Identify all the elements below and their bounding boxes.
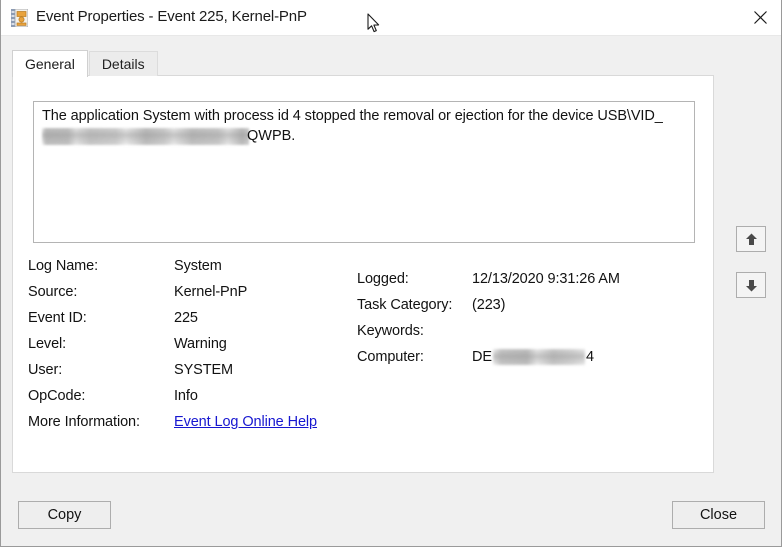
field-event-id-label: Event ID:: [28, 310, 87, 326]
close-window-button[interactable]: [737, 0, 781, 34]
field-computer-label: Computer:: [357, 349, 424, 365]
field-task-category-value: (223): [472, 297, 506, 313]
field-computer-prefix: DE: [472, 349, 492, 365]
event-log-online-help-link[interactable]: Event Log Online Help: [174, 414, 317, 430]
field-computer-value: DE 4: [472, 349, 594, 366]
field-level-label: Level:: [28, 336, 67, 352]
event-properties-dialog: Event Properties - Event 225, Kernel-PnP…: [0, 0, 782, 547]
previous-event-button[interactable]: [736, 226, 766, 252]
field-user-value: SYSTEM: [174, 362, 234, 378]
copy-button[interactable]: Copy: [18, 501, 111, 529]
field-opcode-label: OpCode:: [28, 388, 86, 404]
event-message-line-2-tail: QWPB.: [247, 128, 296, 144]
title-bar: Event Properties - Event 225, Kernel-PnP: [1, 0, 781, 36]
down-arrow-icon: [744, 278, 759, 293]
field-logged-value: 12/13/2020 9:31:26 AM: [472, 271, 620, 287]
tab-details-label: Details: [101, 56, 145, 72]
event-message-box[interactable]: The application System with process id 4…: [33, 101, 695, 243]
field-log-name-label: Log Name:: [28, 258, 99, 274]
redacted-device-id: [42, 128, 249, 145]
field-source-value: Kernel-PnP: [174, 284, 248, 300]
tab-general[interactable]: General: [12, 50, 88, 77]
window-title: Event Properties - Event 225, Kernel-PnP: [36, 8, 307, 25]
event-message-line-2: [42, 128, 249, 145]
field-more-information-label: More Information:: [28, 414, 140, 430]
field-log-name-value: System: [174, 258, 222, 274]
field-task-category-label: Task Category:: [357, 297, 453, 313]
field-opcode-value: Info: [174, 388, 198, 404]
field-user-label: User:: [28, 362, 63, 378]
event-message-line-1: The application System with process id 4…: [42, 108, 663, 124]
next-event-button[interactable]: [736, 272, 766, 298]
field-source-label: Source:: [28, 284, 78, 300]
up-arrow-icon: [744, 232, 759, 247]
field-event-id-value: 225: [174, 310, 198, 326]
close-button[interactable]: Close: [672, 501, 765, 529]
tab-details[interactable]: Details: [88, 51, 158, 76]
general-tab-panel: The application System with process id 4…: [12, 75, 714, 473]
field-logged-label: Logged:: [357, 271, 409, 287]
field-keywords-label: Keywords:: [357, 323, 424, 339]
event-detail-fields: Log Name: System Source: Kernel-PnP Even…: [13, 258, 715, 438]
tab-general-label: General: [25, 56, 75, 72]
tab-strip: General Details: [12, 50, 158, 77]
redacted-computer-name: [492, 349, 585, 366]
field-computer-suffix: 4: [585, 349, 594, 365]
event-properties-icon: [11, 8, 29, 28]
field-level-value: Warning: [174, 336, 227, 352]
